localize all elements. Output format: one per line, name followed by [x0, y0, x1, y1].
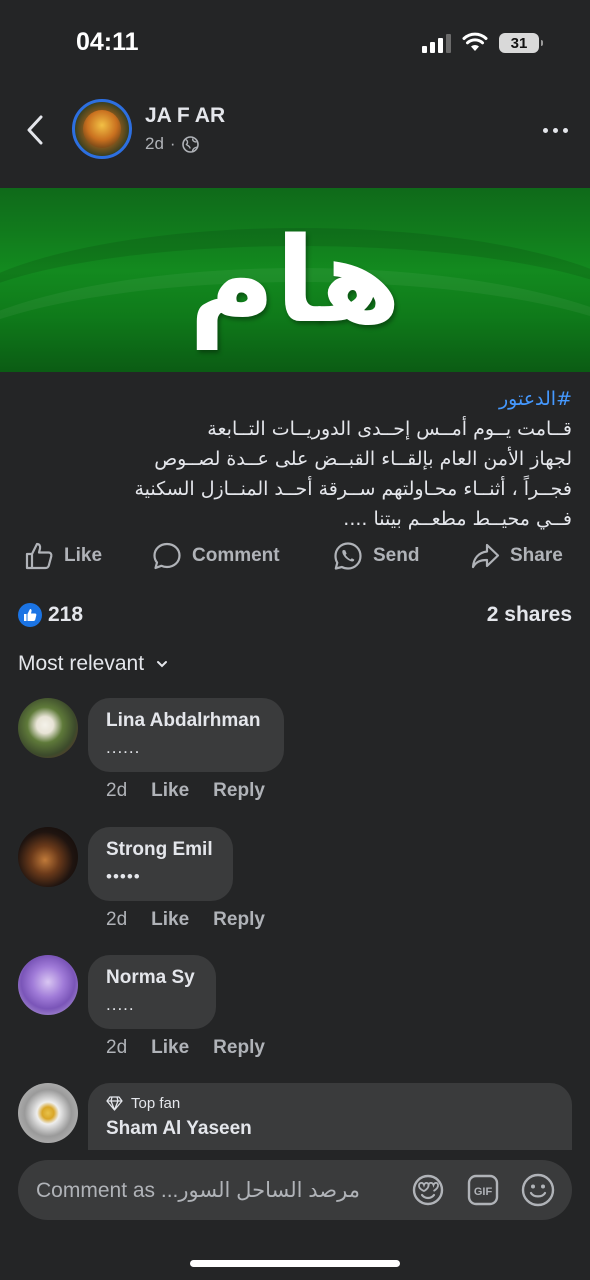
comment-bubble[interactable]: Strong Emil ••••• — [88, 827, 233, 901]
comment-text: ...... — [106, 738, 141, 757]
home-indicator[interactable] — [190, 1260, 400, 1267]
commenter-avatar[interactable] — [18, 1083, 78, 1143]
like-reaction-icon — [18, 603, 42, 627]
share-count[interactable]: 2 shares — [487, 603, 572, 627]
like-button[interactable]: Like — [24, 535, 102, 577]
post-age: 2d — [145, 134, 164, 153]
comment-input-placeholder: Comment as ...مرصد الساحل السور — [36, 1178, 360, 1202]
hashtag-link[interactable]: #الدعتور — [20, 384, 572, 414]
chevron-left-icon — [27, 115, 43, 145]
comment-reply-button[interactable]: Reply — [213, 909, 265, 931]
diamond-icon — [106, 1096, 123, 1111]
like-button-label: Like — [64, 545, 103, 566]
comment-button[interactable]: Comment — [152, 535, 280, 577]
commenter-name[interactable]: Strong Emil — [106, 839, 215, 861]
post-image[interactable]: هام — [0, 188, 590, 372]
commenter-name[interactable]: Lina Abdalrhman — [106, 710, 266, 732]
thumbs-up-icon — [25, 542, 53, 570]
status-time: 04:11 — [76, 28, 139, 56]
comment-bubble-icon — [153, 542, 181, 570]
post-text-line: قــامت يــوم أمــس إحــدى الدوريــات الت… — [207, 418, 572, 440]
reactions-row: 218 2 shares — [18, 598, 572, 632]
emoji-icon[interactable] — [520, 1172, 556, 1208]
author-name[interactable]: JA F AR — [145, 104, 225, 128]
post-meta: 2d · — [145, 134, 199, 154]
comment-item: Top fan Sham Al Yaseen — [18, 1083, 578, 1150]
post-text-line: فــي محيــط مطعــم بيتنا .... — [343, 508, 572, 530]
post-action-bar: Like Comment Send Share — [0, 535, 590, 577]
post-text-line: فجــراً ، أثنــاء محـاولتهم ســرقة أحــد… — [134, 478, 573, 500]
post-header: JA F AR 2d · — [0, 90, 590, 170]
wifi-icon — [462, 32, 488, 51]
whatsapp-icon — [334, 542, 362, 570]
commenter-name[interactable]: Sham Al Yaseen — [106, 1118, 554, 1140]
comment-text: ••••• — [106, 867, 141, 886]
commenter-name[interactable]: Norma Sy — [106, 967, 198, 989]
send-button[interactable]: Send — [333, 535, 419, 577]
author-avatar[interactable] — [72, 99, 132, 159]
comment-like-button[interactable]: Like — [151, 909, 189, 931]
comment-bubble[interactable]: Top fan Sham Al Yaseen — [88, 1083, 572, 1150]
comment-input[interactable]: Comment as ...مرصد الساحل السور GIF — [18, 1160, 572, 1220]
status-bar: 04:11 31 — [0, 0, 590, 90]
post-image-text: هام — [188, 211, 402, 349]
cellular-signal-icon — [422, 33, 451, 53]
post-text-line: لجهاز الأمن العام بإلقــاء القبــض على ع… — [154, 448, 572, 470]
battery-level: 31 — [510, 34, 528, 52]
top-fan-badge: Top fan — [106, 1095, 554, 1112]
more-options-button[interactable] — [535, 115, 575, 145]
comment-like-button[interactable]: Like — [151, 1037, 189, 1059]
like-count: 218 — [48, 603, 84, 626]
gif-icon[interactable]: GIF — [466, 1173, 500, 1207]
comment-age: 2d — [106, 780, 128, 801]
battery-icon: 31 — [499, 33, 543, 53]
top-fan-label: Top fan — [131, 1095, 181, 1112]
comment-bubble[interactable]: Lina Abdalrhman ...... — [88, 698, 284, 772]
share-button[interactable]: Share — [470, 535, 563, 577]
commenter-avatar[interactable] — [18, 698, 78, 758]
back-button[interactable] — [20, 110, 50, 150]
send-button-label: Send — [373, 545, 420, 566]
comment-reply-button[interactable]: Reply — [213, 780, 265, 802]
comment-meta: 2d Like Reply — [106, 909, 265, 931]
commenter-avatar[interactable] — [18, 955, 78, 1015]
commenter-avatar[interactable] — [18, 827, 78, 887]
post-text: #الدعتور قــامت يــوم أمــس إحــدى الدور… — [20, 384, 573, 534]
comment-age: 2d — [106, 1037, 128, 1058]
comment-meta: 2d Like Reply — [106, 780, 265, 802]
comment-bubble[interactable]: Norma Sy ..... — [88, 955, 216, 1029]
comment-sort-dropdown[interactable]: Most relevant — [18, 652, 168, 676]
comment-age: 2d — [106, 909, 128, 930]
comment-like-button[interactable]: Like — [151, 780, 189, 802]
comment-sort-label: Most relevant — [18, 652, 145, 675]
comment-meta: 2d Like Reply — [106, 1037, 265, 1059]
avatar-sticker-icon[interactable] — [410, 1172, 446, 1208]
globe-icon — [181, 135, 199, 153]
comment-composer: Comment as ...مرصد الساحل السور GIF — [0, 1150, 590, 1280]
share-button-label: Share — [510, 545, 563, 566]
reaction-count[interactable]: 218 — [18, 603, 83, 627]
comment-text: ..... — [106, 995, 135, 1014]
comment-reply-button[interactable]: Reply — [213, 1037, 265, 1059]
chevron-down-icon — [157, 661, 168, 668]
svg-text:GIF: GIF — [474, 1186, 493, 1198]
comment-button-label: Comment — [192, 545, 280, 566]
share-arrow-icon — [471, 543, 500, 569]
